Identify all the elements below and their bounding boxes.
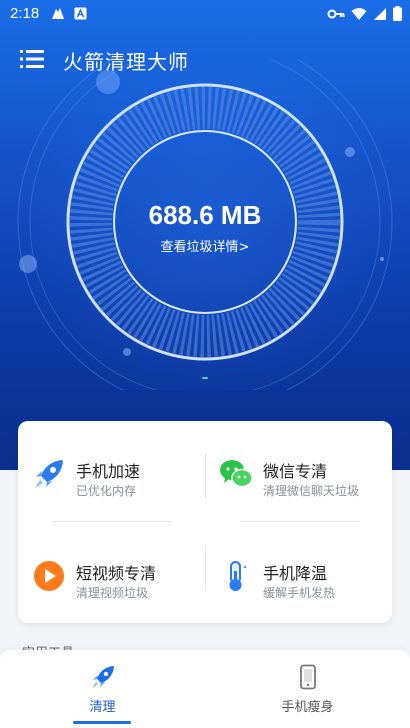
active-tab-indicator xyxy=(73,721,131,724)
tool-name: 手机降温 xyxy=(263,564,328,583)
wechat-icon xyxy=(220,460,253,488)
tool-cooldown[interactable]: 手机降温 缓解手机发热 xyxy=(205,523,392,623)
cleaner-notify-icon xyxy=(52,8,64,19)
tool-desc: 缓解手机发热 xyxy=(263,586,336,600)
tab-label: 手机瘦身 xyxy=(281,700,334,715)
divider xyxy=(52,521,172,522)
wifi-icon xyxy=(351,7,367,20)
hero-panel: 2:18 火箭清理大师 xyxy=(0,0,410,470)
rocket-icon xyxy=(35,460,63,488)
tab-clean[interactable]: 清理 xyxy=(0,650,205,728)
rocket-tab-icon xyxy=(92,666,114,688)
tool-video-clean[interactable]: 短视频专清 清理视频垃圾 xyxy=(18,523,205,623)
status-bar: 2:18 xyxy=(0,0,410,28)
tool-boost[interactable]: 手机加速 已优化内存 xyxy=(18,421,205,521)
vpn-key-icon xyxy=(327,9,345,18)
status-time: 2:18 xyxy=(10,5,40,22)
play-icon xyxy=(34,561,64,591)
tool-desc: 清理视频垃圾 xyxy=(76,586,149,600)
junk-size[interactable]: 688.6 MB xyxy=(0,200,410,231)
bottom-tab-bar: 清理 手机瘦身 xyxy=(0,650,410,728)
tool-name: 手机加速 xyxy=(76,462,141,481)
junk-detail-link[interactable]: 查看垃圾详情> xyxy=(0,236,410,255)
tool-desc: 清理微信聊天垃圾 xyxy=(263,484,360,498)
divider xyxy=(205,545,206,591)
a-icon xyxy=(74,7,87,19)
tools-card: 手机加速 已优化内存 微信专清 清理微信聊天垃圾 短视频专清 清理视频垃圾 手机… xyxy=(18,421,392,623)
divider xyxy=(205,453,206,499)
thermometer-icon xyxy=(229,561,247,591)
tab-slim[interactable]: 手机瘦身 xyxy=(205,650,410,728)
phone-icon xyxy=(300,664,316,690)
signal-icon xyxy=(374,7,386,20)
tool-desc: 已优化内存 xyxy=(76,484,137,498)
divider xyxy=(240,521,360,522)
battery-icon xyxy=(393,6,402,21)
tab-label: 清理 xyxy=(89,700,116,715)
tool-name: 微信专清 xyxy=(263,462,328,481)
page-indicator xyxy=(202,377,208,379)
tool-name: 短视频专清 xyxy=(76,564,157,583)
tool-wechat-clean[interactable]: 微信专清 清理微信聊天垃圾 xyxy=(205,421,392,521)
